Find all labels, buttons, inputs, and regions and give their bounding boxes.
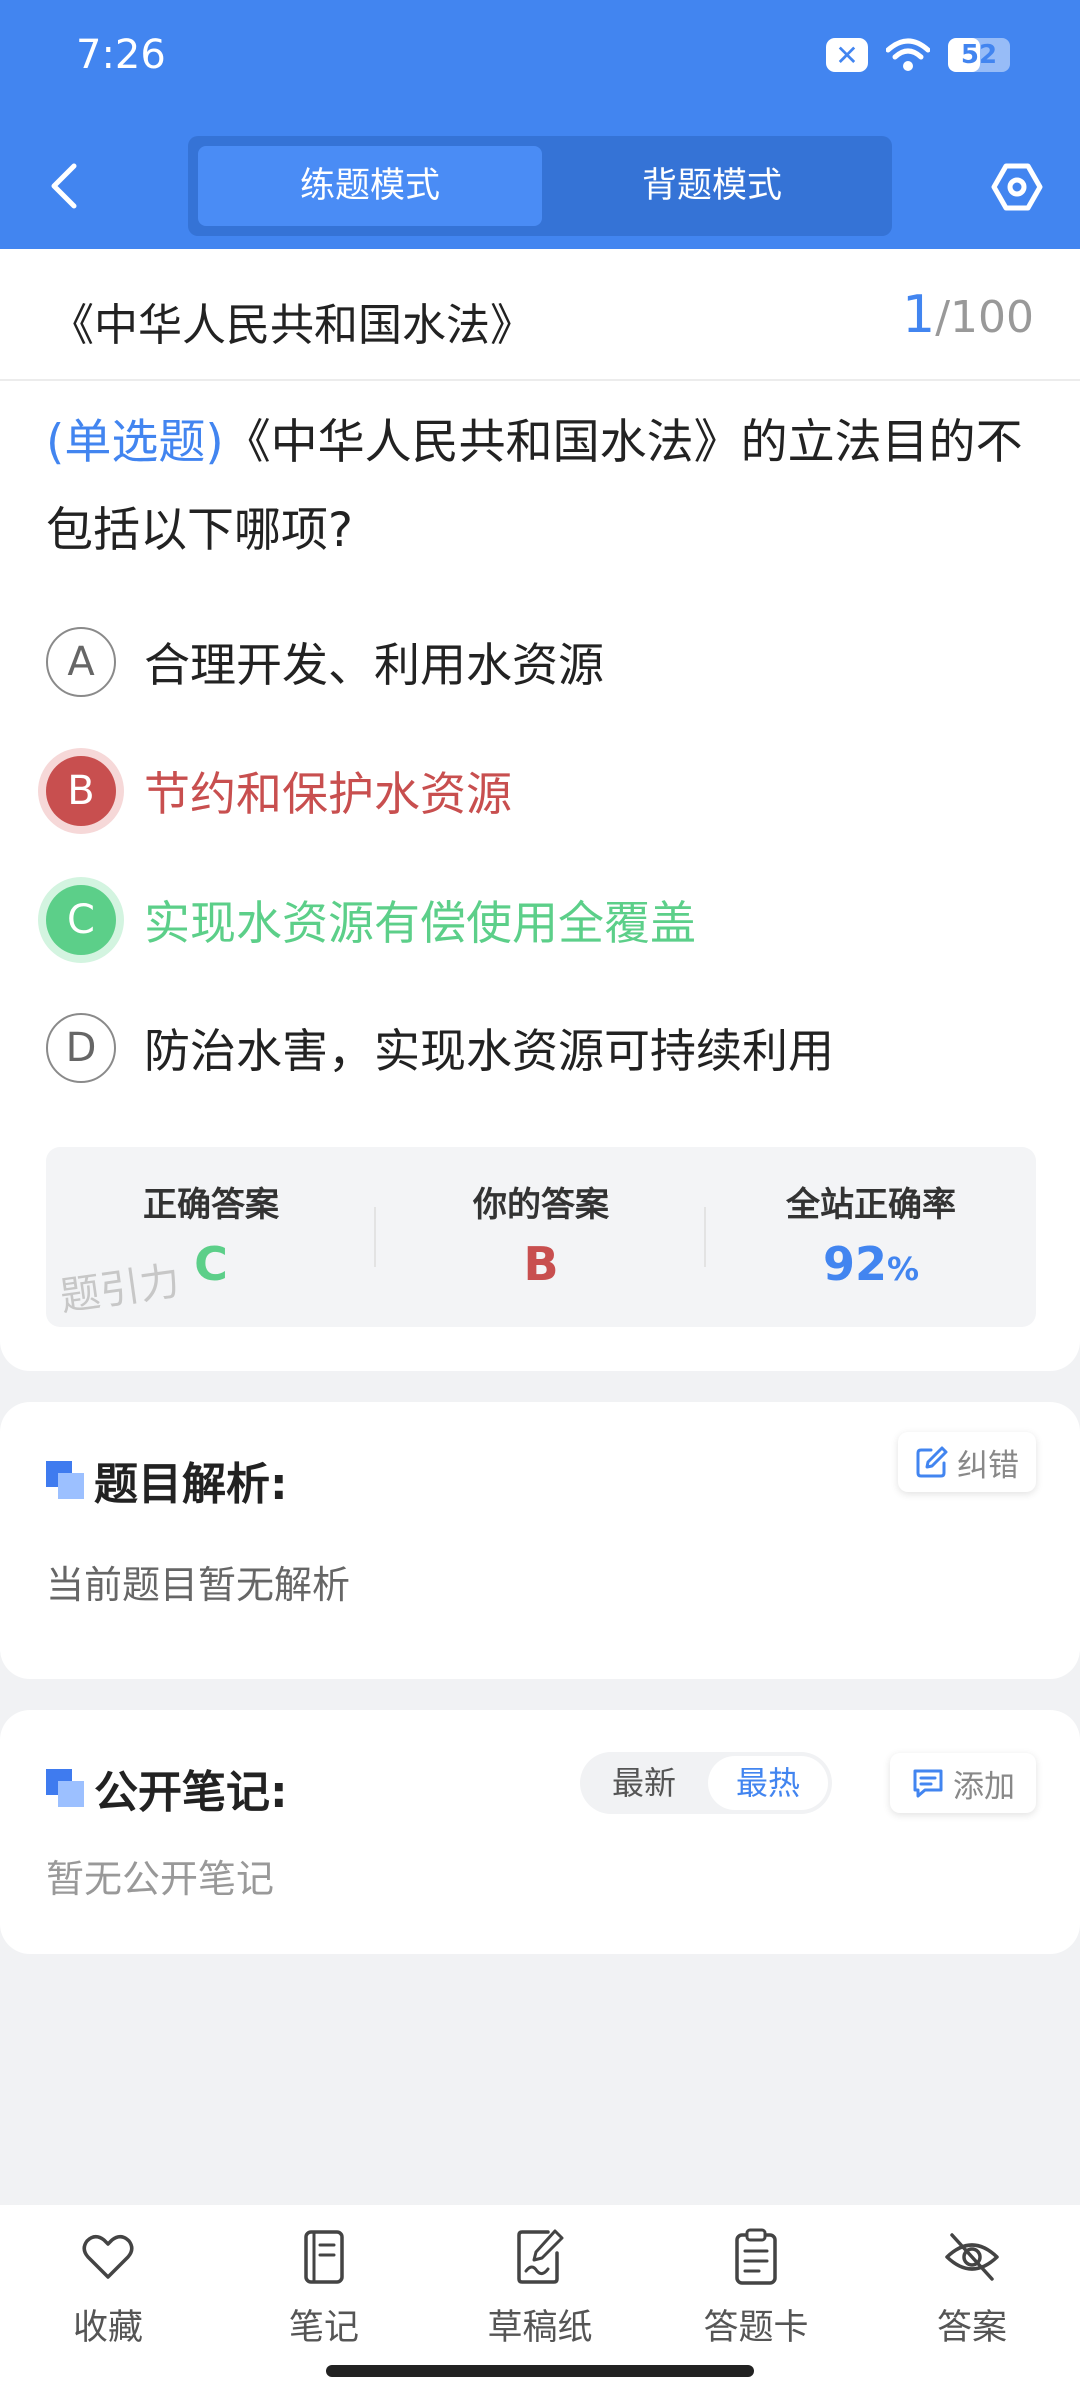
total-questions: /100 (935, 292, 1034, 343)
nav-notes[interactable]: 笔记 (224, 2227, 424, 2350)
sort-latest[interactable]: 最新 (584, 1756, 704, 1810)
nav-label: 草稿纸 (487, 2308, 593, 2348)
notebook-icon (304, 2230, 344, 2284)
correct-answer-label: 正确答案 (143, 1185, 279, 1225)
nav-draft-paper[interactable]: 草稿纸 (440, 2227, 640, 2350)
edit-icon (916, 1446, 948, 1478)
option-a[interactable]: A 合理开发、利用水资源 (46, 627, 604, 697)
app-header: 7:26 ✕ 52 练题模式 背题模式 (0, 0, 1080, 249)
question-type: (单选题) (46, 415, 224, 470)
your-answer-value: B (523, 1237, 559, 1291)
wifi-icon (886, 38, 930, 71)
nav-label: 答题卡 (703, 2308, 809, 2348)
analysis-title: 题目解析: (94, 1459, 288, 1510)
nav-label: 答案 (936, 2308, 1007, 2348)
battery-level: 52 (960, 40, 998, 70)
settings-hexagon-icon[interactable] (990, 160, 1044, 214)
your-answer-column: 你的答案 B (376, 1147, 706, 1327)
correction-button[interactable]: 纠错 (898, 1432, 1036, 1492)
notes-header: 公开笔记: (46, 1756, 288, 1820)
analysis-body: 当前题目暂无解析 (46, 1563, 351, 1607)
answer-sheet-icon (735, 2228, 777, 2285)
option-letter: A (46, 627, 116, 697)
accuracy-value: 92% (706, 1237, 1036, 1291)
tab-memorize-mode[interactable]: 背题模式 (540, 146, 884, 226)
nav-label: 笔记 (288, 2308, 359, 2348)
draft-paper-icon (517, 2229, 564, 2284)
option-text: 节约和保护水资源 (144, 767, 512, 821)
correction-label: 纠错 (957, 1447, 1019, 1484)
question-text: (单选题)《中华人民共和国水法》的立法目的不包括以下哪项? (46, 399, 1046, 575)
status-time: 7:26 (76, 32, 166, 78)
option-letter: C (46, 885, 116, 955)
option-letter: B (46, 756, 116, 826)
accuracy-column: 全站正确率 92% (706, 1147, 1036, 1327)
your-answer-label: 你的答案 (473, 1185, 609, 1225)
back-icon[interactable] (44, 160, 84, 212)
nav-favorite[interactable]: 收藏 (8, 2227, 208, 2350)
accuracy-unit: % (886, 1250, 920, 1288)
add-note-button[interactable]: 添加 (890, 1753, 1036, 1813)
law-title: 《中华人民共和国水法》 (50, 300, 534, 351)
section-marker-icon (46, 1461, 84, 1499)
notes-body: 暂无公开笔记 (46, 1857, 275, 1901)
comment-icon (913, 1769, 943, 1798)
answer-summary: 正确答案 C 你的答案 B 全站正确率 92% 题引力 (46, 1147, 1036, 1327)
question-progress: 1/100 (902, 285, 1034, 345)
accuracy-number: 92 (822, 1237, 887, 1291)
option-text: 实现水资源有偿使用全覆盖 (144, 896, 696, 950)
option-text: 防治水害，实现水资源可持续利用 (144, 1024, 834, 1078)
option-letter: D (46, 1013, 116, 1083)
public-notes-card: 公开笔记: 最新 最热 添加 暂无公开笔记 (0, 1710, 1080, 1954)
eye-off-icon (945, 2233, 999, 2281)
heart-icon (82, 2235, 134, 2279)
status-icons: ✕ 52 (826, 38, 1010, 72)
home-indicator[interactable] (326, 2365, 754, 2377)
notification-x-icon: ✕ (826, 38, 868, 72)
battery-icon: 52 (948, 38, 1010, 72)
notes-sort-toggle: 最新 最热 (580, 1752, 832, 1814)
nav-answer-sheet[interactable]: 答题卡 (656, 2227, 856, 2350)
accuracy-label: 全站正确率 (786, 1185, 956, 1225)
option-d[interactable]: D 防治水害，实现水资源可持续利用 (46, 1013, 834, 1083)
analysis-card: 题目解析: 纠错 当前题目暂无解析 (0, 1402, 1080, 1679)
nav-show-answer[interactable]: 答案 (872, 2227, 1072, 2350)
sort-hot[interactable]: 最热 (708, 1756, 828, 1810)
option-b[interactable]: B 节约和保护水资源 (46, 756, 512, 826)
divider (0, 379, 1080, 381)
notes-title: 公开笔记: (94, 1767, 288, 1818)
analysis-header: 题目解析: (46, 1448, 288, 1512)
option-text: 合理开发、利用水资源 (144, 638, 604, 692)
option-c[interactable]: C 实现水资源有偿使用全覆盖 (46, 885, 696, 955)
current-question-number: 1 (902, 285, 936, 345)
add-note-label: 添加 (953, 1768, 1015, 1805)
mode-switch: 练题模式 背题模式 (188, 136, 892, 236)
question-card: 《中华人民共和国水法》 1/100 (单选题)《中华人民共和国水法》的立法目的不… (0, 249, 1080, 1371)
nav-label: 收藏 (72, 2308, 143, 2348)
section-marker-icon (46, 1769, 84, 1807)
tab-practice-mode[interactable]: 练题模式 (198, 146, 542, 226)
